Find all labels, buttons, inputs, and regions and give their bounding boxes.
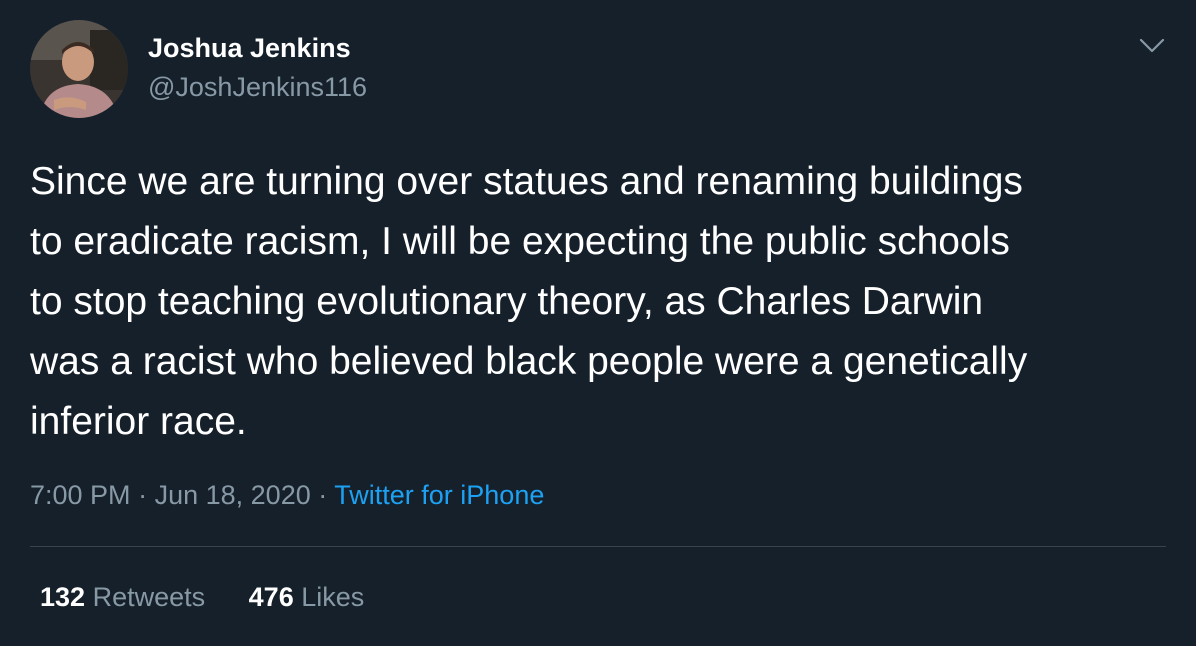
retweets-stat[interactable]: 132 Retweets: [40, 582, 205, 613]
likes-stat[interactable]: 476 Likes: [249, 582, 365, 613]
tweet-text-line: was a racist who believed black people w…: [30, 340, 1028, 383]
tweet-time[interactable]: 7:00 PM: [30, 480, 131, 510]
tweet-text-line: to stop teaching evolutionary theory, as…: [30, 280, 984, 323]
tweet-text: Since we are turning over statues and re…: [30, 152, 1180, 452]
tweet-meta: 7:00 PM · Jun 18, 2020 · Twitter for iPh…: [30, 480, 544, 511]
tweet-text-line: to eradicate racism, I will be expecting…: [30, 220, 1010, 263]
tweet-card: Joshua Jenkins @JoshJenkins116 Since we …: [0, 0, 1196, 646]
author-handle[interactable]: @JoshJenkins116: [148, 72, 367, 103]
chevron-down-icon[interactable]: [1136, 30, 1168, 62]
likes-label: Likes: [301, 582, 365, 612]
tweet-stats: 132 Retweets 476 Likes: [40, 582, 364, 613]
retweets-label: Retweets: [92, 582, 206, 612]
tweet-text-line: Since we are turning over statues and re…: [30, 160, 1023, 203]
author-avatar[interactable]: [30, 20, 128, 118]
tweet-source-link[interactable]: Twitter for iPhone: [334, 480, 544, 510]
tweet-text-line: inferior race.: [30, 400, 247, 443]
meta-separator: ·: [138, 480, 148, 510]
meta-separator: ·: [318, 480, 328, 510]
likes-count: 476: [248, 582, 294, 612]
author-display-name[interactable]: Joshua Jenkins: [148, 33, 351, 64]
person-photo-icon: [30, 20, 128, 118]
divider: [30, 546, 1166, 547]
retweets-count: 132: [40, 582, 86, 612]
tweet-date[interactable]: Jun 18, 2020: [155, 480, 311, 510]
